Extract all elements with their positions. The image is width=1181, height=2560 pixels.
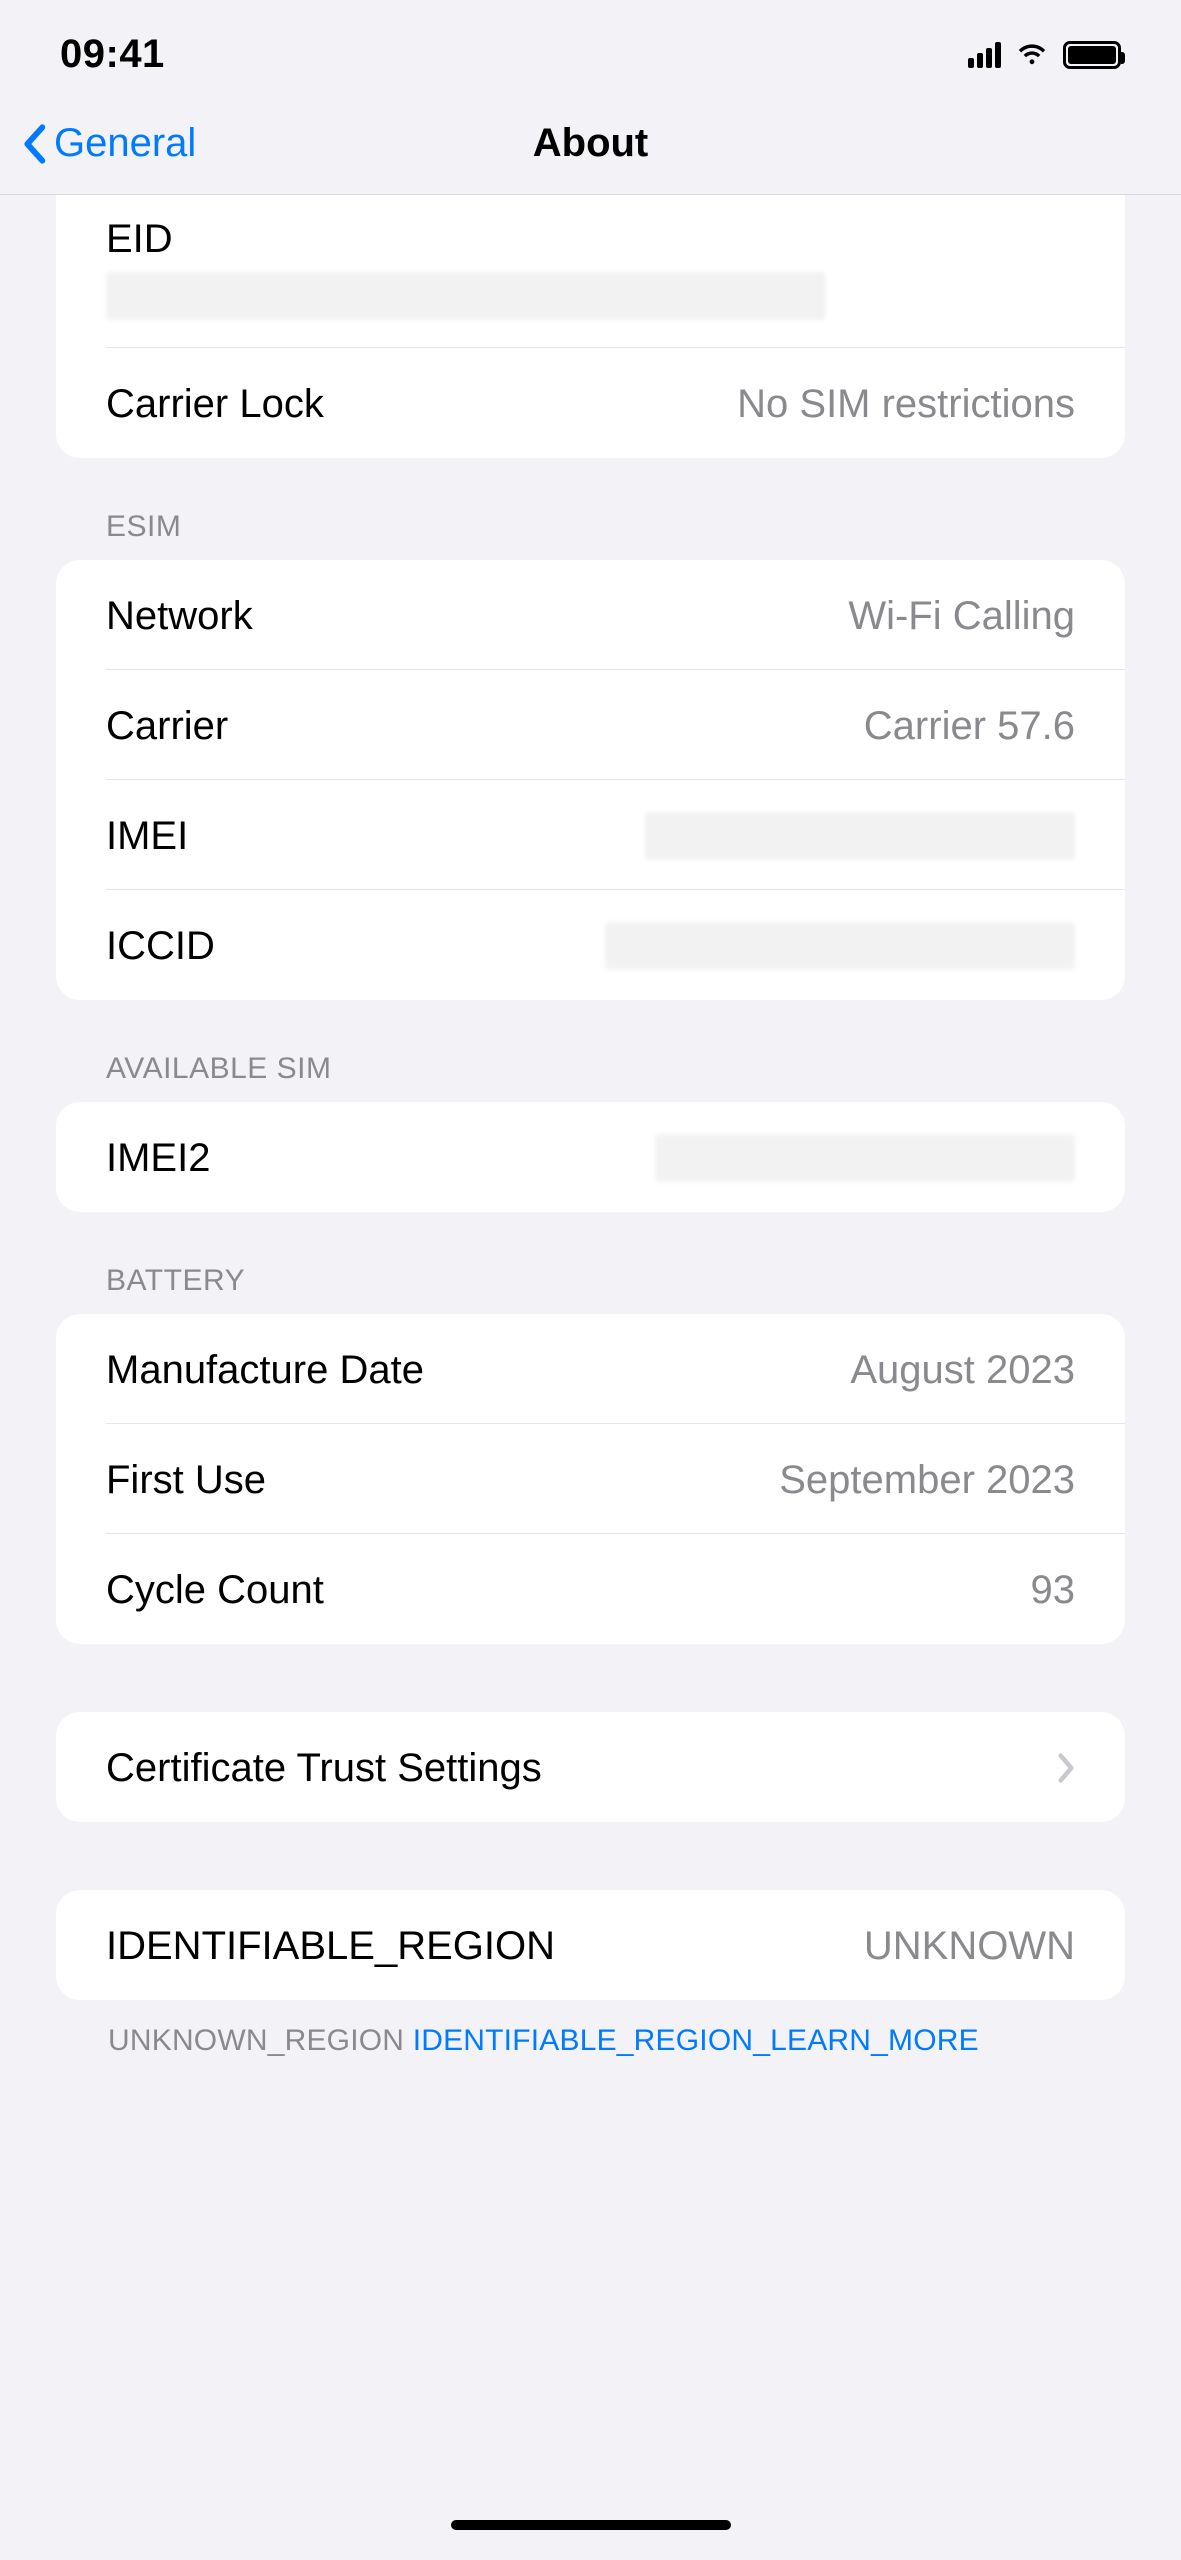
carrier-lock-value: No SIM restrictions	[737, 382, 1075, 427]
chevron-left-icon	[20, 124, 48, 164]
cycle-count-row[interactable]: Cycle Count 93	[56, 1534, 1125, 1644]
imei2-label: IMEI2	[106, 1136, 210, 1181]
manufacture-date-label: Manufacture Date	[106, 1348, 424, 1393]
esim-header: ESIM	[56, 458, 1125, 560]
status-bar: 09:41	[0, 0, 1181, 93]
imei-value-redacted	[645, 812, 1075, 860]
network-row[interactable]: Network Wi-Fi Calling	[56, 560, 1125, 670]
status-indicators	[968, 38, 1121, 72]
back-button[interactable]: General	[20, 121, 196, 166]
first-use-value: September 2023	[779, 1458, 1075, 1503]
cycle-count-value: 93	[1031, 1568, 1076, 1613]
eid-value-redacted	[106, 272, 826, 320]
region-group: IDENTIFIABLE_REGION UNKNOWN	[56, 1890, 1125, 2000]
battery-group: Manufacture Date August 2023 First Use S…	[56, 1314, 1125, 1644]
home-indicator[interactable]	[451, 2520, 731, 2530]
network-value: Wi-Fi Calling	[848, 594, 1075, 639]
region-footer-text: UNKNOWN_REGION	[108, 2024, 413, 2057]
region-value: UNKNOWN	[864, 1924, 1075, 1969]
page-title: About	[533, 121, 649, 166]
first-use-row[interactable]: First Use September 2023	[56, 1424, 1125, 1534]
carrier-label: Carrier	[106, 704, 228, 749]
carrier-lock-label: Carrier Lock	[106, 382, 324, 427]
battery-header: BATTERY	[56, 1212, 1125, 1314]
region-row[interactable]: IDENTIFIABLE_REGION UNKNOWN	[56, 1890, 1125, 2000]
iccid-row[interactable]: ICCID	[56, 890, 1125, 1000]
home-indicator-area	[0, 2520, 1181, 2530]
manufacture-date-value: August 2023	[850, 1348, 1075, 1393]
eid-row[interactable]: EID	[56, 195, 1125, 348]
iccid-label: ICCID	[106, 924, 215, 969]
cycle-count-label: Cycle Count	[106, 1568, 324, 1613]
region-label: IDENTIFIABLE_REGION	[106, 1924, 555, 1969]
imei2-value-redacted	[655, 1134, 1075, 1182]
identifiers-group: EID Carrier Lock No SIM restrictions	[56, 195, 1125, 458]
cert-group: Certificate Trust Settings	[56, 1712, 1125, 1822]
certificate-trust-row[interactable]: Certificate Trust Settings	[56, 1712, 1125, 1822]
back-label: General	[54, 121, 196, 166]
cellular-signal-icon	[968, 42, 1001, 68]
chevron-right-icon	[1057, 1752, 1075, 1784]
navigation-bar: General About	[0, 93, 1181, 195]
first-use-label: First Use	[106, 1458, 266, 1503]
available-sim-header: AVAILABLE SIM	[56, 1000, 1125, 1102]
imei-label: IMEI	[106, 814, 188, 859]
manufacture-date-row[interactable]: Manufacture Date August 2023	[56, 1314, 1125, 1424]
region-footer: UNKNOWN_REGION IDENTIFIABLE_REGION_LEARN…	[56, 2000, 1125, 2058]
certificate-trust-label: Certificate Trust Settings	[106, 1746, 542, 1791]
network-label: Network	[106, 594, 253, 639]
iccid-value-redacted	[605, 922, 1075, 970]
eid-label: EID	[106, 217, 173, 262]
battery-icon	[1063, 41, 1121, 69]
carrier-lock-row[interactable]: Carrier Lock No SIM restrictions	[56, 348, 1125, 458]
carrier-value: Carrier 57.6	[864, 704, 1075, 749]
region-learn-more-link[interactable]: IDENTIFIABLE_REGION_LEARN_MORE	[413, 2024, 979, 2057]
imei-row[interactable]: IMEI	[56, 780, 1125, 890]
available-sim-group: IMEI2	[56, 1102, 1125, 1212]
wifi-icon	[1015, 38, 1049, 72]
status-time: 09:41	[60, 32, 165, 77]
carrier-row[interactable]: Carrier Carrier 57.6	[56, 670, 1125, 780]
imei2-row[interactable]: IMEI2	[56, 1102, 1125, 1212]
esim-group: Network Wi-Fi Calling Carrier Carrier 57…	[56, 560, 1125, 1000]
